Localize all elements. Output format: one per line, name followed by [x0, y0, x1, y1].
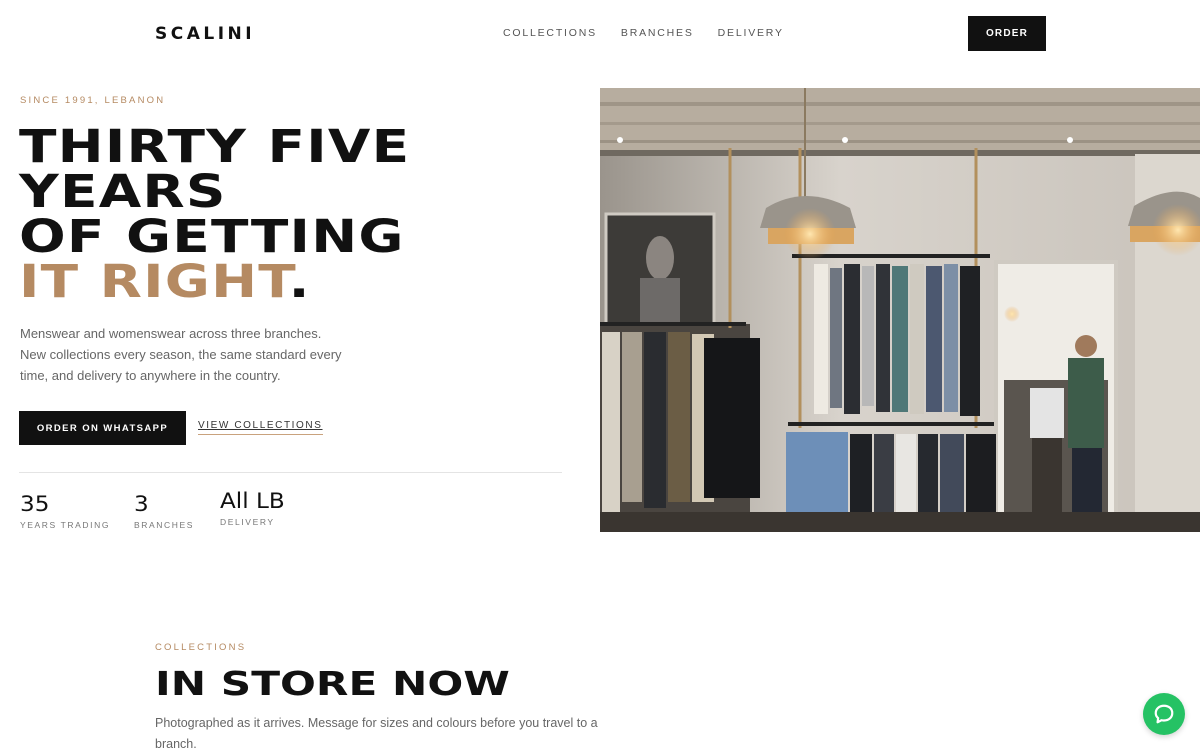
store-interior-photo: [600, 88, 1200, 532]
brand-logo[interactable]: SCALINI: [155, 24, 255, 44]
stat-value: 3: [134, 492, 149, 516]
stat-label: YEARS TRADING: [20, 520, 111, 530]
collections-title: IN STORE NOW: [155, 664, 510, 703]
stat-years: 35 YEARS TRADING: [20, 490, 110, 530]
hero-title-accent: IT RIGHT: [19, 255, 289, 308]
stat-value: 35: [20, 492, 50, 516]
nav-collections[interactable]: COLLECTIONS: [503, 27, 597, 39]
chat-button[interactable]: [1143, 693, 1185, 735]
hero-title-dot: .: [288, 255, 311, 308]
collections-eyebrow: COLLECTIONS: [155, 642, 247, 653]
hero-description: Menswear and womenswear across three bra…: [20, 326, 342, 383]
nav-delivery[interactable]: DELIVERY: [718, 27, 784, 39]
hero-title-line: YEARS: [19, 165, 227, 218]
stat-delivery: All LB DELIVERY: [220, 487, 285, 527]
hero-divider: [19, 472, 562, 473]
clothes-left: [602, 332, 760, 512]
collections-description: Photographed as it arrives. Message for …: [155, 716, 598, 750]
chat-bubble-icon: [1154, 704, 1174, 724]
hero-title-line: IT RIGHT.: [19, 259, 410, 304]
clothes-upper: [814, 264, 980, 416]
hero-title: THIRTY FIVE YEARS OF GETTING IT RIGHT.: [19, 124, 410, 304]
nav-branches[interactable]: BRANCHES: [621, 27, 694, 39]
order-button[interactable]: ORDER: [968, 16, 1046, 51]
stat-value: All LB: [220, 489, 285, 513]
stat-branches: 3 BRANCHES: [134, 490, 194, 530]
hero-title-line: THIRTY FIVE: [19, 120, 411, 173]
main-nav: COLLECTIONS BRANCHES DELIVERY: [503, 27, 784, 39]
stat-label: DELIVERY: [220, 517, 275, 527]
stat-label: BRANCHES: [134, 520, 195, 530]
view-collections-link[interactable]: VIEW COLLECTIONS: [198, 420, 323, 435]
store-interior-illustration: [600, 88, 1200, 532]
hero-eyebrow: SINCE 1991, LEBANON: [20, 95, 166, 106]
hero-title-line: OF GETTING: [19, 210, 405, 263]
order-whatsapp-button[interactable]: ORDER ON WHATSAPP: [19, 411, 186, 445]
